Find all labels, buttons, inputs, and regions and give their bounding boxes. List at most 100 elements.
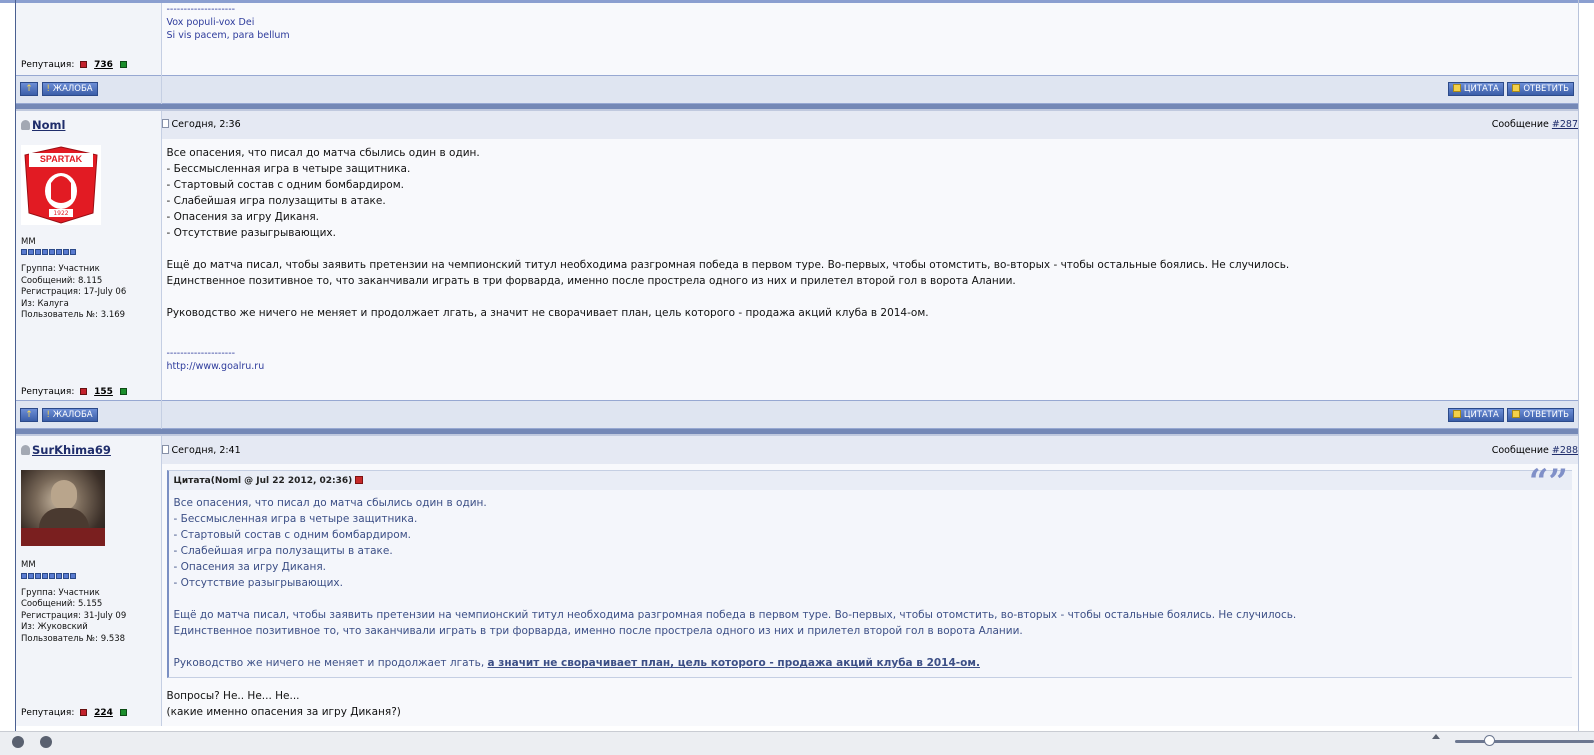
rep-minus-icon[interactable]	[80, 61, 88, 68]
report-button[interactable]: ! ЖАЛОБА	[41, 82, 98, 96]
zoom-slider-track[interactable]	[1455, 740, 1594, 743]
user-title: MM	[21, 560, 36, 570]
post-author-column: SPARTAK 1922 MM Группа: Участник Сообщен…	[16, 138, 162, 401]
post-text: Вопросы? Не.. Не... Не... (какие именно …	[162, 678, 1579, 720]
post-author-column: Репутация: 736	[16, 3, 162, 75]
post-author[interactable]: SurKhima69	[32, 443, 111, 457]
post-action-bar: ↑ ! ЖАЛОБА ЦИТАТА ОТВЕТИТЬ	[16, 400, 1578, 429]
browser-status-bar	[0, 731, 1594, 755]
reply-label: ОТВЕТИТЬ	[1523, 409, 1569, 420]
user-from: Из: Калуга	[21, 298, 69, 309]
reputation: Репутация: 736	[16, 59, 127, 71]
user-title: MM	[21, 236, 36, 247]
post-author-column: MM Группа: Участник Сообщений: 5.155 Рег…	[16, 464, 162, 726]
message-number-link[interactable]: #288	[1552, 445, 1578, 456]
post-line: - Опасения за игру Диканя.	[166, 210, 320, 223]
quote-button[interactable]: ЦИТАТА	[1447, 407, 1504, 422]
rep-minus-icon[interactable]	[80, 387, 88, 395]
post-author[interactable]: Noml	[32, 118, 65, 132]
quote-line: - Бессмысленная игра в четыре защитника.	[173, 513, 418, 525]
signature-line: --------------------	[166, 4, 236, 15]
reply-button[interactable]: ОТВЕТИТЬ	[1507, 407, 1574, 422]
user-number: Пользователь №: 3.169	[21, 310, 126, 320]
top-button[interactable]: ↑	[20, 82, 38, 96]
post-line: Единственное позитивное то, что заканчив…	[166, 274, 1016, 287]
post-line: Руководство же ничего не меняет и продол…	[166, 306, 929, 319]
reply-label: ОТВЕТИТЬ	[1523, 84, 1569, 94]
report-button[interactable]: ! ЖАЛОБА	[41, 407, 98, 422]
quote-link-icon[interactable]	[355, 476, 364, 484]
post-date: Сегодня, 2:36	[171, 119, 241, 130]
post-icon	[161, 119, 169, 128]
user-group: Группа: Участник	[21, 587, 100, 598]
post-header: Noml Сегодня, 2:36 Сообщение #287	[16, 110, 1578, 139]
post-line: Ещё до матча писал, чтобы заявить претен…	[166, 258, 1290, 271]
reputation-value[interactable]: 736	[94, 60, 113, 70]
user-registered: Регистрация: 17-July 06	[21, 287, 127, 297]
post-body-column: Все опасения, что писал до матча сбылись…	[161, 138, 1579, 401]
reputation-label: Репутация:	[21, 386, 75, 397]
quote-button[interactable]: ЦИТАТА	[1447, 82, 1504, 96]
post: Noml Сегодня, 2:36 Сообщение #287 SPARTA…	[16, 110, 1579, 430]
quote-body: Все опасения, что писал до матча сбылись…	[166, 490, 1572, 678]
user-number: Пользователь №: 9.538	[21, 633, 126, 644]
post-line: Вопросы? Не.. Не... Не...	[166, 690, 300, 702]
user-from: Из: Жуковский	[21, 622, 88, 632]
quote-line: Ещё до матча писал, чтобы заявить претен…	[173, 609, 1297, 621]
signature: -------------------- http://www.goalru.r…	[162, 347, 1579, 373]
rep-plus-icon[interactable]	[119, 61, 127, 68]
quote-line: Единственное позитивное то, что заканчив…	[173, 625, 1023, 637]
right-border	[1578, 0, 1579, 755]
post-line: - Слабейшая игра полузащиты в атаке.	[166, 194, 386, 207]
compass-icon[interactable]	[40, 736, 52, 748]
post-body-column: -------------------- Vox populi-vox Dei …	[161, 3, 1578, 75]
post-text: Все опасения, что писал до матча сбылись…	[162, 139, 1579, 321]
rep-minus-icon[interactable]	[80, 709, 88, 716]
quote-header-text: Цитата(Noml @ Jul 22 2012, 02:36)	[173, 476, 353, 486]
reply-icon	[1512, 409, 1521, 418]
quote-block: Цитата(Noml @ Jul 22 2012, 02:36) “” Все…	[166, 465, 1572, 678]
rank-pips	[16, 248, 161, 256]
post-line: - Стартовый состав с одним бомбардиром.	[166, 178, 404, 191]
top-button[interactable]: ↑	[20, 407, 38, 422]
reply-icon	[1512, 84, 1521, 92]
reputation-value[interactable]: 155	[94, 387, 113, 397]
quote-line: - Стартовый состав с одним бомбардиром.	[173, 529, 411, 541]
reply-button[interactable]: ОТВЕТИТЬ	[1507, 82, 1574, 96]
report-label: ЖАЛОБА	[52, 409, 93, 420]
reputation-value[interactable]: 224	[94, 708, 113, 718]
quote-header: Цитата(Noml @ Jul 22 2012, 02:36) “”	[166, 465, 1572, 499]
quote-label: ЦИТАТА	[1463, 409, 1499, 420]
post: SurKhima69 Сегодня, 2:41 Сообщение #288 …	[16, 436, 1578, 726]
post-line: - Отсутствие разыгрывающих.	[166, 226, 336, 239]
zoom-slider-handle[interactable]	[1484, 735, 1495, 746]
quote-line: Руководство же ничего не меняет и продол…	[174, 655, 1567, 671]
post-line: Все опасения, что писал до матча сбылись…	[166, 146, 480, 159]
user-status-icon	[21, 119, 30, 130]
avatar	[21, 470, 105, 546]
quote-mark-icon: “”	[1528, 462, 1568, 502]
signature-line: Si vis pacem, para bellum	[166, 30, 290, 41]
quote-line-bold: а значит не сворачивает план, цель котор…	[487, 657, 980, 669]
home-icon[interactable]	[12, 736, 24, 748]
rep-plus-icon[interactable]	[119, 387, 127, 395]
message-number-link[interactable]: #287	[1552, 119, 1578, 130]
signature-line: --------------------	[166, 347, 236, 359]
user-info: Группа: Участник Сообщений: 8.115 Регист…	[16, 264, 161, 322]
post-line: - Бессмысленная игра в четыре защитника.	[166, 162, 411, 175]
signature-link[interactable]: http://www.goalru.ru	[167, 360, 1579, 373]
post-header: SurKhima69 Сегодня, 2:41 Сообщение #288	[16, 436, 1578, 464]
rep-plus-icon[interactable]	[119, 709, 127, 716]
reputation: Репутация: 155	[16, 386, 127, 398]
post-separator	[16, 103, 1578, 111]
post-separator	[16, 429, 1578, 436]
avatar-text: SPARTAK	[39, 153, 83, 164]
forum-thread: Репутация: 736 -------------------- Vox …	[16, 3, 1578, 726]
report-icon: !	[46, 409, 50, 420]
reputation: Репутация: 224	[16, 707, 127, 719]
zoom-up-icon[interactable]	[1432, 734, 1440, 739]
post-body-column: Цитата(Noml @ Jul 22 2012, 02:36) “” Все…	[161, 464, 1578, 726]
plus-icon	[1452, 84, 1461, 92]
post-line: (какие именно опасения за игру Диканя?)	[166, 706, 401, 718]
user-posts: Сообщений: 5.155	[21, 599, 103, 609]
